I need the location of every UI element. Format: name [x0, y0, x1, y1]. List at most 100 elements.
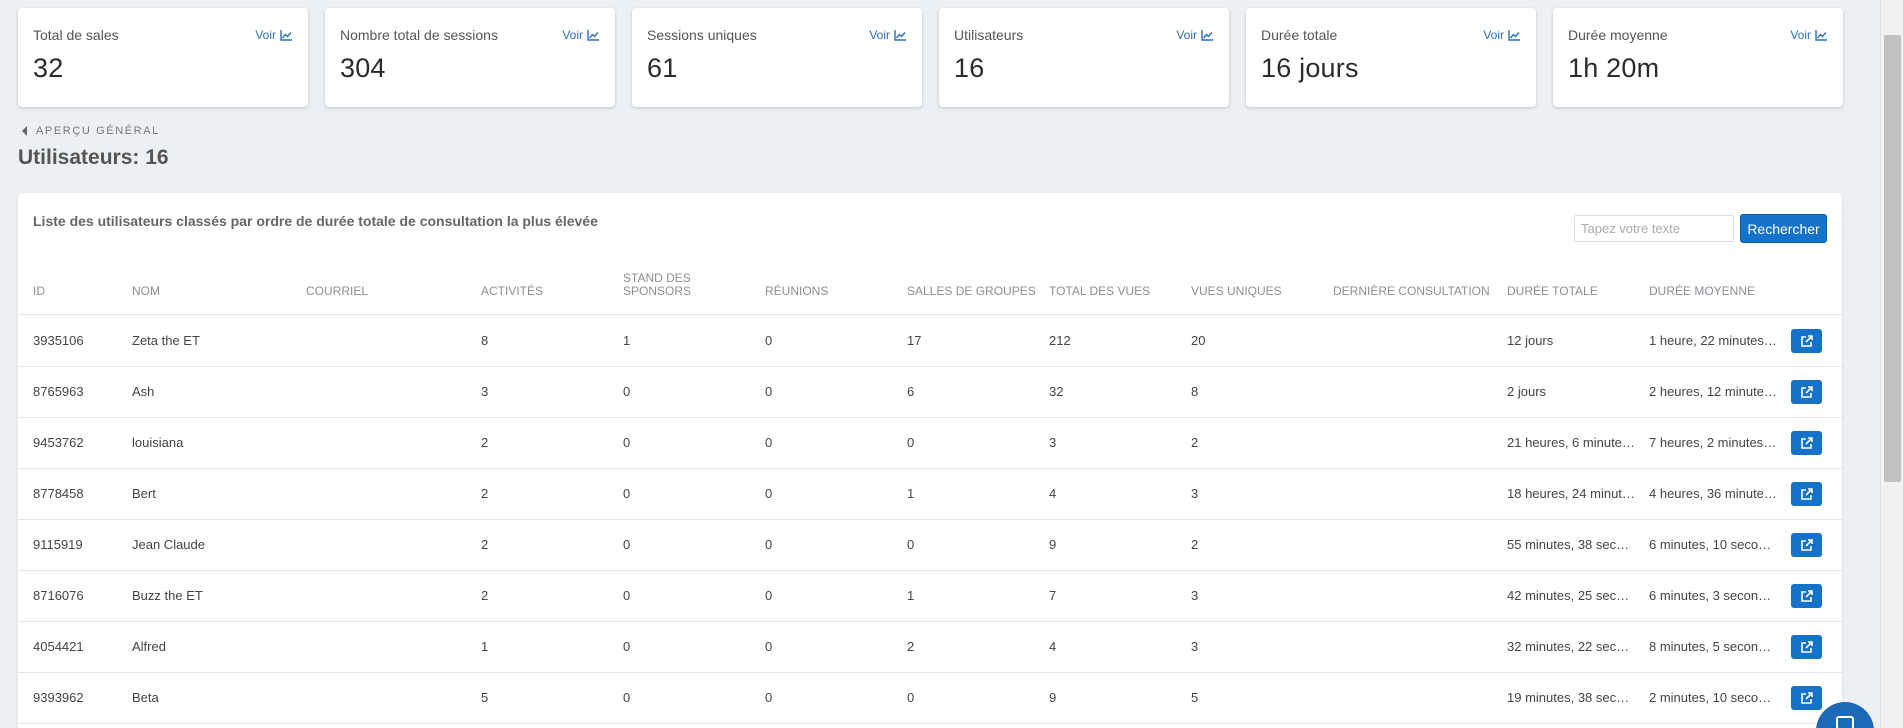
cell-duree_totale: 42 minutes, 25 secon...: [1507, 588, 1635, 603]
cell-stand: 0: [623, 690, 631, 705]
chart-line-icon: [1508, 29, 1520, 41]
cell-total_vues: 4: [1049, 486, 1057, 501]
table-row: 9393962 Beta 5 0 0 0 9 5 19 minutes, 38 secon...…: [18, 673, 1842, 724]
column-header-total-views[interactable]: TOTAL DES VUES: [1049, 285, 1150, 298]
cell-nom: Alfred: [132, 639, 166, 654]
cell-reunions: 0: [765, 486, 773, 501]
cell-stand: 0: [623, 537, 631, 552]
column-header-last-view[interactable]: DERNIÈRE CONSULTATION: [1333, 285, 1490, 298]
external-link-icon: [1801, 334, 1813, 347]
cell-activites: 5: [481, 690, 489, 705]
view-link-label: Voir: [1790, 28, 1811, 42]
cell-id: 9453762: [33, 435, 84, 450]
cell-activites: 8: [481, 333, 489, 348]
open-user-button[interactable]: [1791, 584, 1822, 608]
table-row: 8765963 Ash 3 0 0 6 32 8 2 jours 2 heures, 12 min…: [18, 367, 1842, 418]
cell-reunions: 0: [765, 435, 773, 450]
table-row: 3935106 Zeta the ET 8 1 0 17 212 20 12 jours 1 he…: [18, 316, 1842, 367]
cell-salles: 1: [907, 486, 915, 501]
column-header-total-duration[interactable]: DURÉE TOTALE: [1507, 285, 1598, 298]
cell-salles: 0: [907, 537, 915, 552]
table-row: 4054421 Alfred 1 0 0 2 4 3 32 minutes, 22 secon.…: [18, 622, 1842, 673]
cell-derniere: [1333, 520, 1493, 570]
cell-courriel: [306, 367, 466, 417]
external-link-icon: [1801, 436, 1813, 449]
view-chart-link[interactable]: Voir: [1790, 28, 1827, 42]
chart-line-icon: [894, 29, 906, 41]
cell-courriel: [306, 673, 466, 723]
view-chart-link[interactable]: Voir: [869, 28, 906, 42]
scrollbar-thumb[interactable]: [1884, 35, 1901, 482]
cell-reunions: 0: [765, 588, 773, 603]
open-user-button[interactable]: [1791, 533, 1822, 557]
open-user-button[interactable]: [1791, 431, 1822, 455]
view-link-label: Voir: [869, 28, 890, 42]
search-button[interactable]: Rechercher: [1740, 214, 1827, 243]
stat-card-value: 32: [33, 53, 64, 83]
breadcrumb-back[interactable]: APERÇU GÉNÉRAL: [22, 125, 160, 137]
column-header-unique-views[interactable]: VUES UNIQUES: [1191, 285, 1282, 298]
view-link-label: Voir: [1176, 28, 1197, 42]
cell-duree_moyenne: 6 minutes, 3 secondes: [1649, 588, 1777, 603]
column-header-email[interactable]: COURRIEL: [306, 285, 368, 298]
search-input[interactable]: [1574, 215, 1734, 242]
stat-card-users: Utilisateurs 16 Voir: [939, 8, 1229, 107]
cell-duree_moyenne: 4 heures, 36 minutes, ...: [1649, 486, 1777, 501]
column-header-activities[interactable]: ACTIVITÉS: [481, 285, 543, 298]
cell-duree_moyenne: 8 minutes, 5 secondes: [1649, 639, 1777, 654]
chart-line-icon: [1815, 29, 1827, 41]
cell-reunions: 0: [765, 384, 773, 399]
view-chart-link[interactable]: Voir: [1483, 28, 1520, 42]
cell-derniere: [1333, 469, 1493, 519]
cell-vues_uniques: 3: [1191, 639, 1199, 654]
scrollbar[interactable]: [1880, 0, 1903, 728]
cell-derniere: [1333, 418, 1493, 468]
cell-nom: Beta: [132, 690, 159, 705]
cell-activites: 3: [481, 384, 489, 399]
open-user-button[interactable]: [1791, 482, 1822, 506]
stat-card-label: Durée totale: [1261, 27, 1338, 43]
view-link-label: Voir: [255, 28, 276, 42]
cell-id: 4054421: [33, 639, 84, 654]
cell-vues_uniques: 2: [1191, 435, 1199, 450]
cell-salles: 17: [907, 333, 922, 348]
open-user-button[interactable]: [1791, 380, 1822, 404]
cell-id: 8778458: [33, 486, 84, 501]
cell-total_vues: 7: [1049, 588, 1057, 603]
cell-stand: 0: [623, 588, 631, 603]
column-header-group-rooms[interactable]: SALLES DE GROUPES: [907, 285, 1036, 298]
chart-line-icon: [1201, 29, 1213, 41]
cell-activites: 2: [481, 435, 489, 450]
cell-stand: 1: [623, 333, 631, 348]
cell-duree_moyenne: 2 heures, 12 minutes, ...: [1649, 384, 1777, 399]
cell-stand: 0: [623, 384, 631, 399]
cell-activites: 1: [481, 639, 489, 654]
view-chart-link[interactable]: Voir: [1176, 28, 1213, 42]
column-header-id[interactable]: ID: [33, 285, 45, 298]
column-header-average-duration[interactable]: DURÉE MOYENNE: [1649, 285, 1755, 298]
table-row: 8716076 Buzz the ET 2 0 0 1 7 3 42 minutes, 25 s…: [18, 571, 1842, 622]
cell-derniere: [1333, 571, 1493, 621]
cell-nom: Jean Claude: [132, 537, 205, 552]
open-user-button[interactable]: [1791, 635, 1822, 659]
cell-salles: 2: [907, 639, 915, 654]
cell-activites: 2: [481, 537, 489, 552]
view-chart-link[interactable]: Voir: [255, 28, 292, 42]
open-user-button[interactable]: [1791, 329, 1822, 353]
view-link-label: Voir: [1483, 28, 1504, 42]
cell-id: 8716076: [33, 588, 84, 603]
cell-duree_totale: 12 jours: [1507, 333, 1554, 348]
external-link-icon: [1801, 691, 1813, 704]
users-table-panel: Liste des utilisateurs classés par ordre…: [18, 193, 1842, 728]
view-chart-link[interactable]: Voir: [562, 28, 599, 42]
column-header-sponsor-booth[interactable]: STAND DES SPONSORS: [623, 272, 703, 298]
stat-card-label: Total de sales: [33, 27, 119, 43]
stat-cards: Total de sales 32 Voir Nombre total de s…: [18, 8, 1843, 107]
open-user-button[interactable]: [1791, 686, 1822, 710]
cell-duree_moyenne: 6 minutes, 10 secondes: [1649, 537, 1777, 552]
table-header: ID NOM COURRIEL ACTIVITÉS STAND DES SPON…: [18, 268, 1842, 315]
external-link-icon: [1801, 538, 1813, 551]
column-header-name[interactable]: NOM: [132, 285, 160, 298]
column-header-meetings[interactable]: RÉUNIONS: [765, 285, 828, 298]
cell-nom: Bert: [132, 486, 156, 501]
